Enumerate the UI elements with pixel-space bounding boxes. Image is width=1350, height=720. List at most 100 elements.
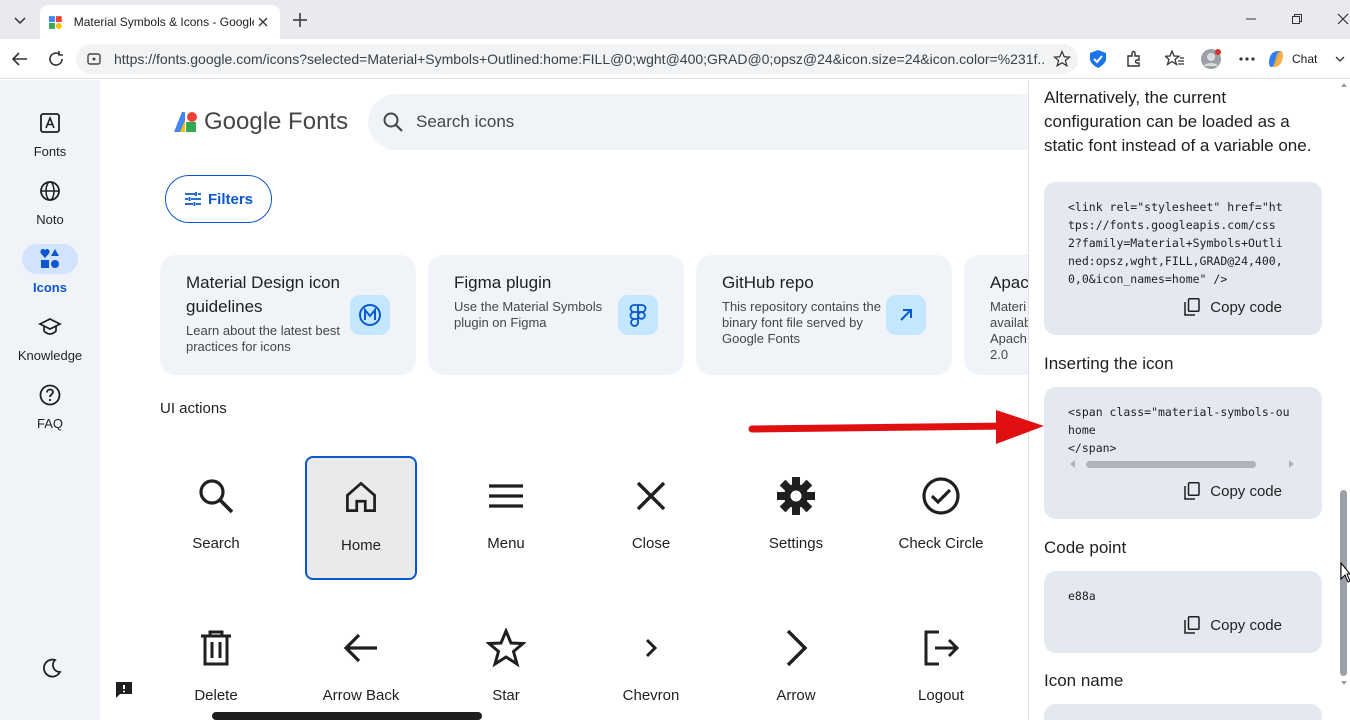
- copilot-icon: [1269, 51, 1283, 67]
- static-font-note: Alternatively, the current configuration…: [1044, 88, 1312, 155]
- window-close-icon[interactable]: [1328, 5, 1350, 33]
- scroll-up-icon[interactable]: [1340, 82, 1348, 88]
- scroll-right-icon[interactable]: [1288, 459, 1296, 469]
- icon-cell-close[interactable]: Close: [595, 456, 707, 580]
- rail-item-faq[interactable]: FAQ: [0, 380, 100, 431]
- restore-icon[interactable]: [1282, 5, 1312, 33]
- chat-label: Chat: [1292, 52, 1318, 66]
- card-title: Apac: [990, 273, 1028, 292]
- home-icon: [341, 478, 381, 518]
- menu-icon: [486, 476, 526, 516]
- google-fonts-logo-icon: [174, 112, 197, 132]
- site-info-icon[interactable]: [86, 51, 102, 67]
- star-icon: [486, 628, 526, 668]
- main-content: Google Fonts Search icons Filters Materi…: [100, 80, 1028, 720]
- card-github-repo[interactable]: GitHub repo This repository contains the…: [696, 255, 952, 375]
- address-bar[interactable]: https://fonts.google.com/icons?selected=…: [76, 44, 1078, 74]
- favorites-list-icon[interactable]: [1163, 47, 1187, 71]
- tab-list-chevron-icon[interactable]: [8, 8, 32, 32]
- school-icon: [22, 312, 78, 342]
- page-content: Fonts Noto Icons Knowledge FAQ Google Fo…: [0, 80, 1350, 720]
- copy-code-point-button[interactable]: Copy code: [1184, 616, 1282, 634]
- dark-mode-moon-icon[interactable]: [40, 656, 64, 680]
- filters-button[interactable]: Filters: [165, 175, 272, 223]
- copy-inserting-button[interactable]: Copy code: [1184, 482, 1282, 500]
- filters-label: Filters: [207, 190, 253, 208]
- icon-cell-search[interactable]: Search: [160, 456, 272, 580]
- minimize-icon[interactable]: [1236, 5, 1266, 33]
- rail-item-icons[interactable]: Icons: [0, 244, 100, 295]
- icon-label: Search: [192, 535, 240, 552]
- inserting-code[interactable]: <span class="material-symbols-ou home </…: [1068, 403, 1298, 457]
- close-icon: [631, 476, 671, 516]
- icon-label: Arrow Back: [322, 687, 400, 704]
- code-point-value[interactable]: e88a: [1068, 587, 1298, 605]
- settings-icon: [776, 476, 816, 516]
- card-desc: Materi availab Apach 2.0: [990, 299, 1028, 362]
- copilot-chat-button[interactable]: Chat: [1266, 45, 1345, 73]
- url-text: https://fonts.google.com/icons?selected=…: [114, 51, 1044, 67]
- icon-cell-arrow-back[interactable]: Arrow Back: [305, 608, 417, 720]
- icon-label: Close: [631, 535, 671, 552]
- stylesheet-code[interactable]: <link rel="stylesheet" href="ht tps://fo…: [1068, 198, 1298, 288]
- horizontal-scroll-indicator[interactable]: [212, 712, 482, 720]
- material-logo-icon: [350, 295, 390, 335]
- profile-avatar-icon[interactable]: [1199, 47, 1223, 71]
- icon-cell-chevron[interactable]: Chevron: [595, 608, 707, 720]
- code-point-block: e88a Copy code: [1044, 571, 1322, 653]
- logout-icon: [921, 628, 961, 668]
- icon-cell-star[interactable]: Star: [450, 608, 562, 720]
- icon-cell-delete[interactable]: Delete: [160, 608, 272, 720]
- icon-cell-logout[interactable]: Logout: [885, 608, 997, 720]
- icon-cell-check-circle[interactable]: Check Circle: [885, 456, 997, 580]
- icon-label: Chevron: [622, 687, 680, 704]
- icon-cell-settings[interactable]: Settings: [740, 456, 852, 580]
- card-title: Figma plugin: [454, 273, 552, 292]
- google-fonts-logo[interactable]: Google Fonts: [172, 108, 348, 136]
- copy-icon: [1184, 298, 1201, 316]
- check-circle-icon: [921, 476, 961, 516]
- arrow-icon: [776, 628, 816, 668]
- icon-cell-arrow[interactable]: Arrow: [740, 608, 852, 720]
- browser-toolbar: https://fonts.google.com/icons?selected=…: [0, 39, 1350, 79]
- reload-icon[interactable]: [44, 47, 68, 71]
- back-arrow-icon[interactable]: [8, 47, 32, 71]
- arrow-outward-icon: [886, 295, 926, 335]
- browser-tab[interactable]: Material Symbols & Icons - Google Fonts: [40, 5, 280, 39]
- tune-icon: [184, 192, 201, 206]
- icon-details-panel: Alternatively, the current configuration…: [1028, 80, 1350, 720]
- search-icon: [196, 476, 236, 516]
- rail-item-fonts[interactable]: Fonts: [0, 108, 100, 159]
- icon-label: Star: [492, 687, 520, 704]
- card-material-guidelines[interactable]: Material Design icon guidelines Learn ab…: [160, 255, 416, 375]
- code-point-heading: Code point: [1044, 538, 1127, 557]
- card-desc: This repository contains the binary font…: [722, 299, 881, 346]
- card-apache-license[interactable]: Apac Materi availab Apach 2.0: [964, 255, 1028, 375]
- icon-cell-menu[interactable]: Menu: [450, 456, 562, 580]
- delete-icon: [196, 628, 236, 668]
- favorite-star-icon[interactable]: [1050, 47, 1074, 71]
- scroll-left-icon[interactable]: [1068, 459, 1076, 469]
- scroll-down-icon[interactable]: [1340, 680, 1348, 686]
- extensions-puzzle-icon[interactable]: [1122, 47, 1146, 71]
- new-tab-plus-icon[interactable]: [288, 8, 312, 32]
- panel-vertical-scrollbar[interactable]: [1338, 80, 1350, 720]
- tab-close-icon[interactable]: [254, 13, 272, 31]
- chevron-icon: [631, 628, 671, 668]
- search-icons-input[interactable]: Search icons: [368, 94, 1028, 150]
- arrow-back-icon: [341, 628, 381, 668]
- extension-shield-icon[interactable]: [1086, 47, 1110, 71]
- more-options-icon[interactable]: [1235, 47, 1259, 71]
- card-figma-plugin[interactable]: Figma plugin Use the Material Symbols pl…: [428, 255, 684, 375]
- navigation-rail: Fonts Noto Icons Knowledge FAQ: [0, 80, 100, 720]
- rail-label-noto: Noto: [36, 212, 64, 227]
- rail-item-noto[interactable]: Noto: [0, 176, 100, 227]
- icon-label: Logout: [918, 687, 964, 704]
- search-placeholder: Search icons: [416, 112, 515, 131]
- code-horizontal-scrollbar[interactable]: [1068, 459, 1298, 469]
- copy-stylesheet-button[interactable]: Copy code: [1184, 298, 1282, 316]
- chat-chevron-icon[interactable]: [1335, 54, 1345, 64]
- icon-cell-home[interactable]: Home: [305, 456, 417, 580]
- rail-item-knowledge[interactable]: Knowledge: [0, 312, 100, 363]
- scrollbar-thumb[interactable]: [1086, 461, 1256, 468]
